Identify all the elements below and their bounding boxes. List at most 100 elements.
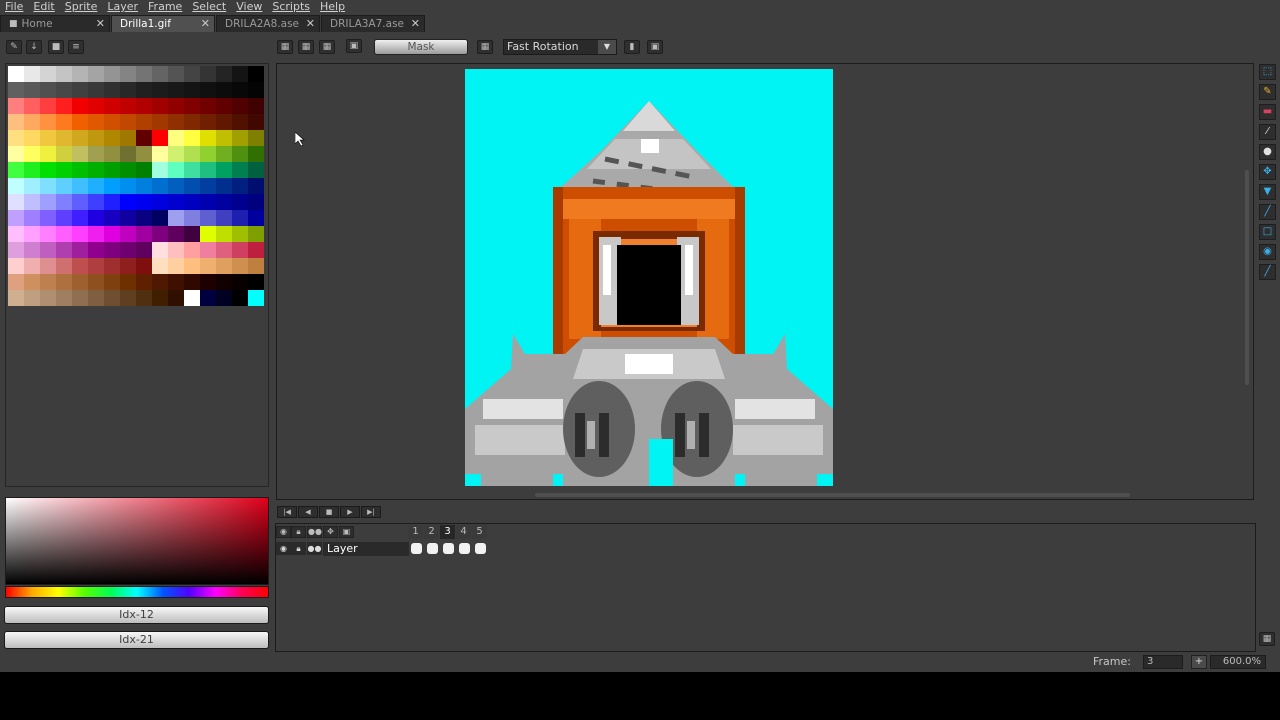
palette-swatch[interactable] (24, 130, 40, 146)
palette-swatch[interactable] (24, 162, 40, 178)
palette-swatch[interactable] (104, 114, 120, 130)
palette-swatch[interactable] (184, 178, 200, 194)
eye-icon[interactable]: ◉ (276, 526, 291, 538)
palette-swatch[interactable] (104, 66, 120, 82)
tab-drilla1[interactable]: Drilla1.gif ✕ (111, 15, 215, 32)
menu-layer[interactable]: Layer (102, 0, 143, 14)
zoom-input[interactable]: 600.0% (1210, 655, 1266, 669)
close-icon[interactable]: ✕ (201, 17, 210, 30)
palette-swatch[interactable] (184, 226, 200, 242)
palette-swatch[interactable] (40, 290, 56, 306)
palette-swatch[interactable] (232, 274, 248, 290)
palette-swatch[interactable] (152, 146, 168, 162)
palette-swatch[interactable] (40, 146, 56, 162)
palette-options-icon[interactable]: ≡ (68, 40, 84, 54)
palette-swatch[interactable] (200, 146, 216, 162)
close-icon[interactable]: ✕ (96, 17, 105, 30)
palette-swatch[interactable] (56, 242, 72, 258)
palette-swatch[interactable] (152, 194, 168, 210)
palette-swatch[interactable] (168, 66, 184, 82)
palette-swatch[interactable] (200, 98, 216, 114)
palette-swatch[interactable] (232, 162, 248, 178)
blur-icon[interactable]: ◉ (1259, 244, 1276, 260)
sprite-canvas[interactable] (465, 69, 833, 486)
palette-swatch[interactable] (184, 82, 200, 98)
palette-edit-icon[interactable]: ✎ (6, 40, 22, 54)
layer-lock-icon[interactable]: 🔒︎ (291, 542, 306, 555)
palette-swatch[interactable] (88, 146, 104, 162)
frame-header-1[interactable]: 1 (408, 525, 423, 539)
palette-swatch[interactable] (72, 82, 88, 98)
palette-swatch[interactable] (136, 82, 152, 98)
foreground-color-button[interactable]: Idx-12 (4, 606, 269, 624)
menu-select[interactable]: Select (187, 0, 231, 14)
vertical-scrollbar[interactable] (1245, 170, 1249, 385)
palette-swatch[interactable] (248, 98, 264, 114)
frame-header-3[interactable]: 3 (440, 525, 455, 539)
palette-swatch[interactable] (88, 162, 104, 178)
play-button[interactable]: ■ (319, 506, 339, 518)
palette-swatch[interactable] (88, 194, 104, 210)
palette-swatch[interactable] (104, 274, 120, 290)
palette-swatch[interactable] (232, 130, 248, 146)
layer-continuous-icon[interactable]: ●● (307, 542, 322, 555)
palette-swatch[interactable] (72, 210, 88, 226)
palette-swatch[interactable] (216, 290, 232, 306)
palette-swatch[interactable] (200, 274, 216, 290)
palette-swatch[interactable] (104, 226, 120, 242)
palette-swatch[interactable] (136, 274, 152, 290)
palette-swatch[interactable] (216, 194, 232, 210)
menu-file[interactable]: File (0, 0, 28, 14)
palette-swatch[interactable] (120, 178, 136, 194)
grid-icon[interactable]: ▦ (277, 40, 293, 54)
palette-swatch[interactable] (24, 66, 40, 82)
palette-swatch[interactable] (88, 82, 104, 98)
frame-header-4[interactable]: 4 (456, 525, 471, 539)
palette-swatch[interactable] (88, 210, 104, 226)
palette-swatch[interactable] (24, 178, 40, 194)
palette-swatch[interactable] (200, 210, 216, 226)
first-frame-button[interactable]: |◀ (277, 506, 297, 518)
palette-swatch[interactable] (232, 114, 248, 130)
palette-swatch[interactable] (200, 130, 216, 146)
move-icon[interactable]: ✥ (1259, 164, 1276, 180)
palette-swatch[interactable] (184, 274, 200, 290)
palette-swatch[interactable] (72, 162, 88, 178)
menu-view[interactable]: View (231, 0, 267, 14)
palette-swatch[interactable] (232, 194, 248, 210)
cel-frame-2[interactable] (427, 543, 438, 554)
palette-swatch[interactable] (88, 258, 104, 274)
palette-swatch[interactable] (184, 130, 200, 146)
layer-name[interactable]: Layer (323, 542, 409, 556)
cel-frame-4[interactable] (459, 543, 470, 554)
palette-swatch[interactable] (136, 258, 152, 274)
palette-swatch[interactable] (168, 178, 184, 194)
sprite-editor[interactable] (276, 63, 1254, 500)
cel-frame-1[interactable] (411, 543, 422, 554)
palette-swatch[interactable] (104, 194, 120, 210)
palette-swatch[interactable] (8, 98, 24, 114)
palette-swatch[interactable] (168, 226, 184, 242)
palette-swatch[interactable] (120, 82, 136, 98)
paint-bucket-icon[interactable]: ▼ (1259, 184, 1276, 200)
next-frame-button[interactable]: ▶ (340, 506, 360, 518)
palette-swatch[interactable] (88, 130, 104, 146)
palette-swatch[interactable] (40, 242, 56, 258)
palette-swatch[interactable] (152, 130, 168, 146)
palette-swatch[interactable] (104, 178, 120, 194)
rotation-algorithm-select[interactable]: Fast Rotation ▼ (503, 39, 617, 55)
palette-swatch[interactable] (152, 178, 168, 194)
palette-swatch[interactable] (56, 66, 72, 82)
palette-swatch[interactable] (248, 146, 264, 162)
palette-swatch[interactable] (248, 114, 264, 130)
palette-swatch[interactable] (40, 98, 56, 114)
palette-swatch[interactable] (56, 274, 72, 290)
palette-swatch[interactable] (152, 98, 168, 114)
palette-swatch[interactable] (120, 290, 136, 306)
palette-swatch[interactable] (184, 258, 200, 274)
palette-swatch[interactable] (24, 114, 40, 130)
palette-swatch[interactable] (248, 130, 264, 146)
opaque-color-icon[interactable]: ▣ (647, 40, 663, 54)
palette-swatch[interactable] (56, 178, 72, 194)
palette-swatch[interactable] (40, 178, 56, 194)
